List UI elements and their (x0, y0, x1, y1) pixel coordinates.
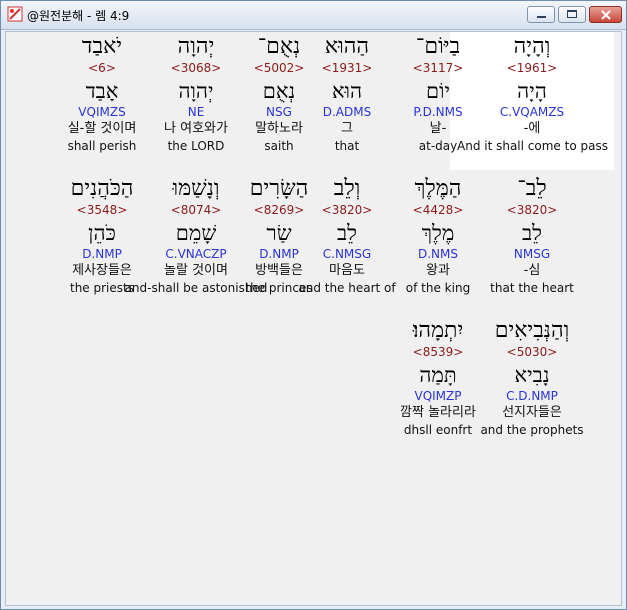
word-entry[interactable]: הַכֹּהֲנִים <3548> כֹּהֵן D.NMP 제사장들은 the pri… (27, 176, 177, 296)
maximize-button[interactable] (558, 6, 586, 23)
app-window: @원전분해 - 렘 4:9 וְהָיָה <1961> הָיָה C.VQAMZS… (0, 0, 627, 610)
parsing-code: VQIMZS (78, 105, 126, 119)
hebrew-word: הַכֹּהֲנִים (70, 176, 134, 201)
bible-app-icon (7, 6, 23, 22)
word-entry[interactable]: יִתְמָהוּ׃ <8539> תָּמַה VQIMZP 깜짝 놀라리라 dhsll… (363, 318, 513, 438)
minimize-button[interactable] (527, 6, 555, 23)
korean-gloss: 제사장들은 (72, 263, 132, 278)
window-title: @원전분해 - 렘 4:9 (27, 9, 130, 23)
hebrew-word: יִתְמָהוּ׃ (412, 318, 464, 343)
strong-number: <6> (88, 61, 116, 75)
word-entry[interactable]: יֹאבַד <6> אָבַד VQIMZS 실-할 것이며 shall perish (27, 34, 177, 154)
english-gloss: dhsll eonfrt (403, 423, 473, 437)
strong-number: <8539> (412, 345, 464, 359)
korean-gloss: 깜짝 놀라리라 (400, 405, 476, 420)
korean-gloss: 실-할 것이며 (67, 121, 137, 136)
hebrew-lemma: תָּמַה (419, 363, 457, 387)
close-button[interactable] (589, 6, 622, 23)
hebrew-lemma: כֹּהֵן (88, 221, 116, 245)
parsing-code: VQIMZP (414, 389, 462, 403)
strong-number: <3548> (76, 203, 128, 217)
parsing-code: D.NMP (82, 247, 122, 261)
maximize-icon (567, 10, 577, 18)
verse-analysis-panel[interactable]: וְהָיָה <1961> הָיָה C.VQAMZS -에 And it shall… (5, 31, 622, 606)
hebrew-lemma: אָבַד (85, 79, 119, 103)
hebrew-word: יֹאבַד (81, 34, 123, 59)
english-gloss: the priests (70, 281, 134, 295)
english-gloss: shall perish (67, 139, 137, 153)
minimize-icon (537, 16, 546, 18)
title-bar[interactable]: @원전분해 - 렘 4:9 (1, 1, 626, 30)
close-icon (601, 10, 611, 20)
